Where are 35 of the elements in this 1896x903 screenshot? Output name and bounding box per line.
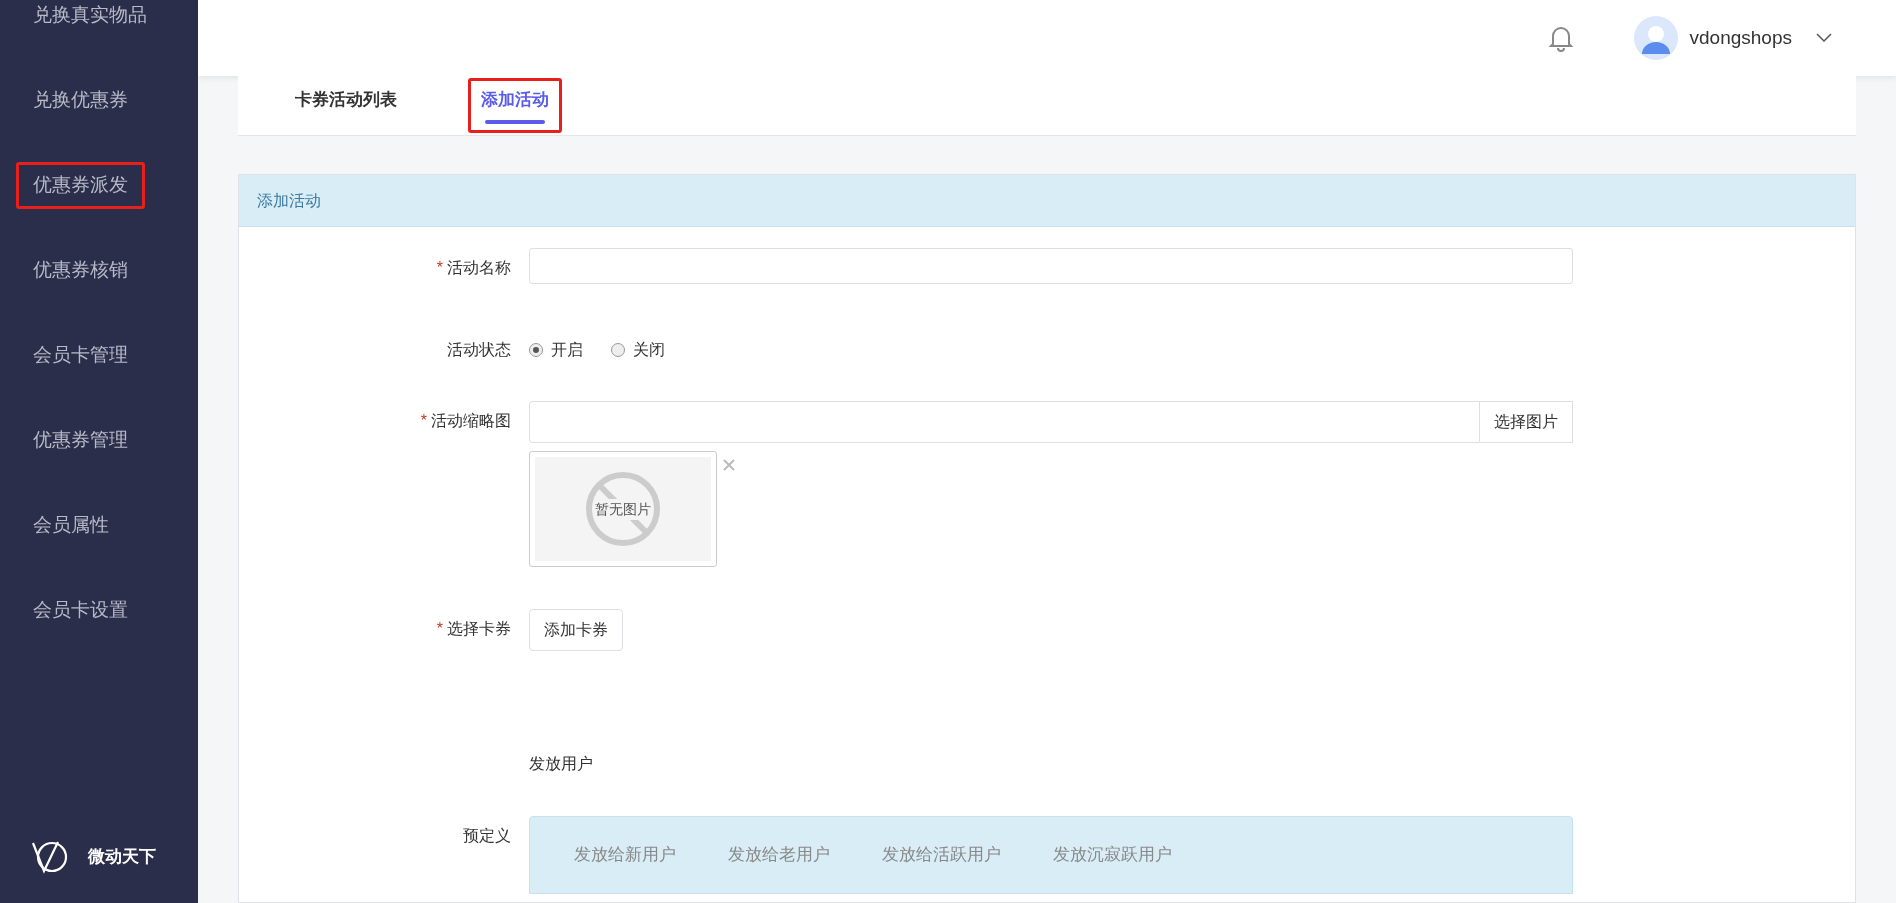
brand-name: 微动天下 [88,846,156,869]
logo-icon [30,839,68,875]
choose-image-button[interactable]: 选择图片 [1480,401,1573,443]
sidebar-item[interactable]: 会员卡管理 [16,332,145,379]
sidebar-item[interactable]: 会员卡设置 [16,587,145,634]
panel-title: 添加活动 [239,175,1855,227]
required-marker: * [436,619,443,639]
field-label: 预定义 [463,826,511,846]
bell-icon[interactable] [1547,24,1574,52]
required-marker: * [436,258,443,278]
section-label: 发放用户 [529,755,593,772]
radio-option[interactable]: 关闭 [611,338,665,362]
sidebar-item[interactable]: 优惠券核销 [16,247,145,294]
text-input[interactable] [529,248,1573,284]
sidebar-item[interactable]: 优惠券派发 [16,162,145,209]
sidebar-item[interactable]: 兑换优惠券 [16,77,145,124]
sidebar-item[interactable]: 会员属性 [16,502,126,549]
avatar-icon[interactable] [1633,16,1678,60]
sidebar-item[interactable]: 兑换真实物品 [16,0,164,39]
required-marker: * [420,411,427,431]
sidebar-item[interactable]: 优惠券管理 [16,417,145,464]
username[interactable]: vdongshops [1689,23,1792,53]
chevron-down-icon[interactable] [1816,33,1832,43]
image-path-input[interactable] [529,401,1480,443]
field-label: 选择卡券 [447,619,511,639]
add-coupon-button[interactable]: 添加卡券 [529,609,623,651]
field-label: 活动缩略图 [431,411,511,431]
tab[interactable]: 卡券活动列表 [282,78,410,133]
no-image-text: 暂无图片 [594,498,652,520]
field-label: 活动状态 [447,340,511,360]
close-icon[interactable] [723,459,735,471]
field-label: 活动名称 [447,258,511,278]
radio-option[interactable]: 开启 [529,338,583,362]
tab[interactable]: 添加活动 [468,78,562,133]
no-image-icon [585,471,661,547]
